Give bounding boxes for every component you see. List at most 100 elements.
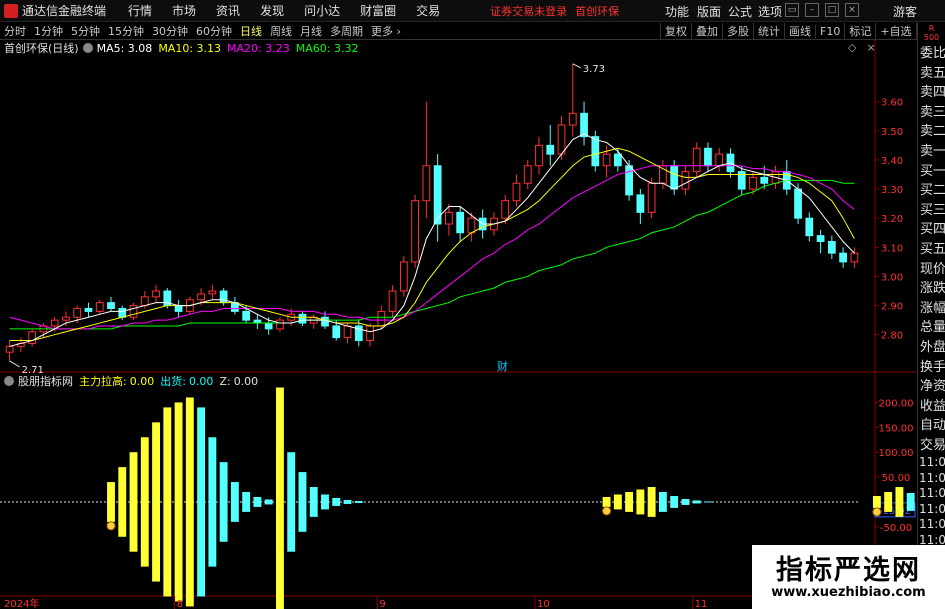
indicator-bar xyxy=(895,487,904,517)
candle-body xyxy=(366,325,374,342)
ind-tick-label-0: 200.00 xyxy=(879,398,914,409)
candle-body xyxy=(546,144,555,155)
price-tick-label-3: 3.30 xyxy=(881,185,903,196)
candle-body xyxy=(850,252,859,263)
price-tick-label-4: 3.20 xyxy=(881,214,903,225)
candle-body xyxy=(174,305,183,312)
zl-label: 主力拉高: xyxy=(79,375,127,388)
candle-body xyxy=(456,211,465,234)
r500-label: R 500 xyxy=(918,22,945,44)
quote-panel: R 500 委比 卖五 卖四 卖三 卖二 卖一 买一 买二 买三 买四 买五 现价 涨跌 涨幅 总量 外盘 换手… xyxy=(917,22,945,609)
quote-item-20: 交易 xyxy=(920,437,945,453)
indicator-bar xyxy=(692,500,701,504)
candle-body xyxy=(343,325,352,339)
coin-icon xyxy=(872,507,882,517)
price-tick-label-2: 3.40 xyxy=(881,156,903,167)
candle-body xyxy=(670,165,679,190)
candle-body xyxy=(276,319,284,330)
indicator-bar xyxy=(185,397,194,607)
candle-body xyxy=(118,307,127,318)
candle-body xyxy=(591,136,600,167)
price-tick-label-5: 3.10 xyxy=(881,243,903,254)
high-pointer xyxy=(572,63,582,69)
date-label-1: 8 xyxy=(177,599,183,609)
quote-item-15: 外盘 xyxy=(920,339,945,355)
candle-body xyxy=(264,322,273,330)
quote-time-2: 11:08 xyxy=(919,486,945,501)
candle-body xyxy=(692,147,701,173)
indicator-header: 股朋指标网 主力拉高: 0.00 出货: 0.00 Z: 0.00 xyxy=(0,373,264,389)
candle-body xyxy=(377,310,386,327)
candle-body xyxy=(84,307,93,312)
indicator-bar xyxy=(602,496,611,507)
candle-body xyxy=(715,153,724,167)
indicator-bar xyxy=(140,437,149,567)
candle-body xyxy=(50,319,59,327)
candle-body xyxy=(298,313,307,324)
candle-body xyxy=(242,310,251,321)
indicator-bar xyxy=(276,387,284,609)
zl-value: 0.00 xyxy=(129,374,155,388)
quote-item-0: 委比 xyxy=(920,46,945,61)
candle-body xyxy=(681,171,690,190)
z-label: Z: xyxy=(219,374,231,388)
candle-body xyxy=(332,325,341,339)
ch-label: 出货: xyxy=(160,375,186,388)
coin-icon xyxy=(106,521,116,531)
low-pointer xyxy=(9,360,20,368)
indicator-bar xyxy=(287,452,296,552)
price-tick-label-8: 2.80 xyxy=(881,331,903,342)
candle-body xyxy=(568,112,577,126)
price-tick-label-0: 3.60 xyxy=(881,98,903,109)
indicator-bar xyxy=(647,487,656,517)
price-tick-label-6: 3.00 xyxy=(881,272,903,283)
candle-body xyxy=(535,144,543,167)
price-tick-label-1: 3.50 xyxy=(881,127,903,138)
candle-body xyxy=(839,252,847,263)
candle-body xyxy=(129,305,138,318)
ind-tick-label-1: 150.00 xyxy=(879,423,914,434)
quote-item-19: 自动 xyxy=(920,418,945,434)
indicator-bar xyxy=(264,499,273,505)
quote-item-6: 买一 xyxy=(920,163,945,179)
indicator-bar xyxy=(658,492,667,512)
indicator-bar xyxy=(613,494,622,510)
indicator-bar xyxy=(625,492,634,512)
indicator-bar xyxy=(197,407,206,597)
candle-body xyxy=(197,293,205,301)
candle-body xyxy=(523,165,532,184)
candle-body xyxy=(512,182,521,202)
candle-body xyxy=(95,302,104,312)
ch-value: 0.00 xyxy=(188,374,214,388)
date-label-3: 10 xyxy=(537,599,550,609)
candle-body xyxy=(411,200,419,263)
candle-body xyxy=(73,307,82,318)
indicator-bar xyxy=(704,501,712,503)
kline-chart[interactable]: 3.60 3.50 3.40 3.30 3.20 3.10 3.00 2.90 2.80 3.73… xyxy=(0,0,917,609)
indicator-bar xyxy=(152,422,160,582)
quote-item-11: 现价 xyxy=(920,261,945,277)
indicator-bar xyxy=(219,462,228,542)
indicator-settings-icon[interactable] xyxy=(4,376,14,386)
cur-value-label: -15.92 xyxy=(879,506,911,517)
candle-body xyxy=(152,290,160,298)
finance-marker[interactable]: 财 xyxy=(497,358,508,374)
quote-item-12: 涨跌 xyxy=(920,281,945,297)
candle-body xyxy=(580,112,588,138)
indicator-bar xyxy=(163,407,172,597)
indicator-bar xyxy=(321,494,329,510)
candle-body xyxy=(219,290,228,304)
price-tick-label-7: 2.90 xyxy=(881,302,903,313)
z-value: 0.00 xyxy=(233,374,259,388)
indicator-bar xyxy=(208,437,217,567)
quote-time-0: 11:08 xyxy=(919,455,945,470)
watermark: 指标严选网 www.xuezhibiao.com xyxy=(752,545,945,609)
quote-item-16: 换手 xyxy=(920,359,945,375)
candle-body xyxy=(467,217,476,234)
candle-body xyxy=(501,200,510,219)
candle-body xyxy=(805,217,814,237)
candle-body xyxy=(625,165,633,196)
date-label-4: 11 xyxy=(695,599,708,609)
quote-item-17: 净资 xyxy=(920,379,945,395)
indicator-bar xyxy=(354,500,363,503)
